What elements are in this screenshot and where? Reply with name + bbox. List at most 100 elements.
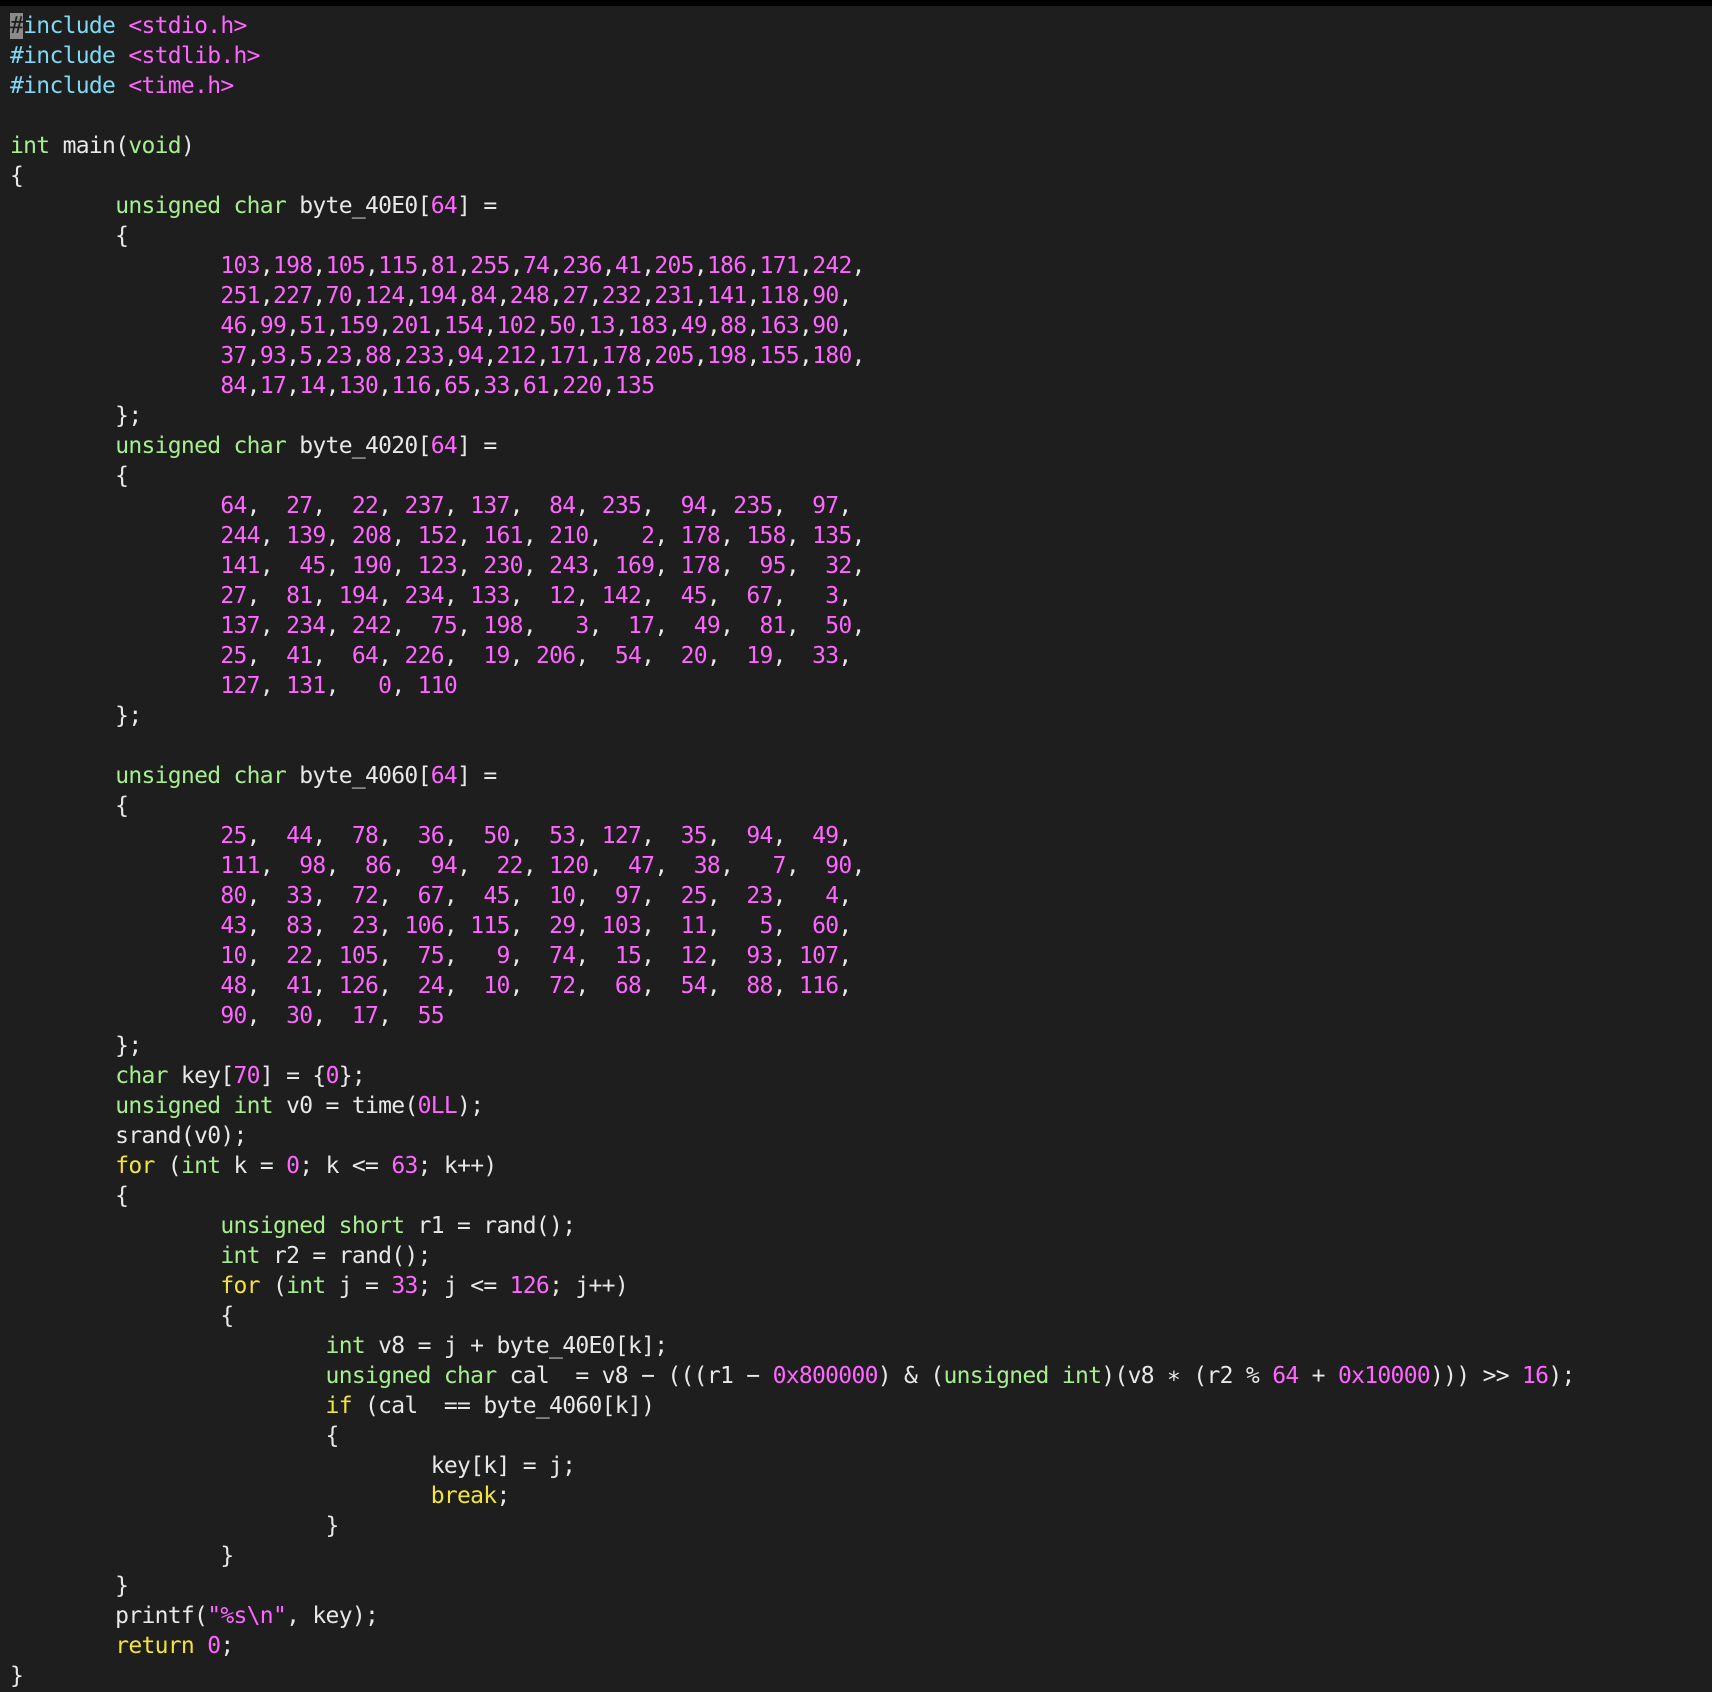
code-token: (	[259, 1273, 287, 1299]
code-token: 0x10000	[1337, 1363, 1431, 1389]
code-token: ,	[325, 613, 352, 639]
code-token: 244	[220, 523, 260, 549]
code-token: 194	[417, 283, 458, 309]
code-token: 90	[812, 313, 839, 339]
code-token: 90	[825, 853, 852, 879]
code-token: 210	[549, 523, 589, 549]
code-token: ,	[391, 523, 418, 549]
code-token: 94	[680, 493, 708, 519]
code-token: 32	[825, 553, 852, 579]
code-line: };	[10, 401, 1710, 431]
code-token: 102	[496, 313, 537, 339]
code-token: 10	[220, 943, 247, 969]
code-token: 84	[470, 283, 497, 309]
code-token: 64	[220, 493, 247, 519]
code-token: }	[10, 1663, 24, 1689]
code-line: if (cal == byte_4060[k])	[10, 1391, 1710, 1421]
code-token: 10	[549, 883, 576, 909]
code-line: };	[10, 701, 1710, 731]
code-token: 233	[404, 343, 444, 369]
code-token: 27	[220, 583, 247, 609]
code-line: int r2 = rand();	[10, 1241, 1710, 1271]
code-line: 244, 139, 208, 152, 161, 210, 2, 178, 15…	[10, 521, 1710, 551]
code-token: ,	[706, 943, 747, 969]
code-token: 75	[417, 943, 445, 969]
code-token: ,	[312, 643, 352, 669]
code-line: break;	[10, 1481, 1710, 1511]
code-token: 205	[654, 253, 694, 279]
code-token: ,	[365, 253, 379, 279]
code-token: ,	[575, 883, 615, 909]
code-line: #include <stdlib.h>	[10, 41, 1710, 71]
code-token: 27	[286, 493, 313, 519]
code-token: ,	[391, 673, 418, 699]
code-token: ,	[312, 583, 339, 609]
code-token: r2 = rand();	[259, 1243, 431, 1269]
code-token: ,	[720, 523, 747, 549]
code-token: 38	[693, 853, 721, 879]
code-token: 155	[759, 343, 800, 369]
code-token: 248	[509, 283, 550, 309]
code-token: ,	[246, 373, 261, 399]
code-token: 29	[549, 913, 576, 939]
code-token: for	[220, 1273, 260, 1299]
code-token: ,	[457, 853, 497, 879]
code-token: ,	[588, 343, 603, 369]
code-token: ,	[799, 313, 813, 339]
code-token: ,	[246, 493, 287, 519]
code-token: ,	[641, 343, 655, 369]
code-token: ,	[693, 343, 708, 369]
code-token: 37	[220, 343, 247, 369]
code-token: ,	[785, 613, 826, 639]
code-token: ) & (	[877, 1363, 944, 1389]
code-token: unsigned char	[115, 193, 287, 219]
code-token: ,	[246, 823, 287, 849]
code-token: 190	[351, 553, 392, 579]
code-token: ,	[614, 313, 629, 339]
code-token: 25	[680, 883, 708, 909]
code-token: return	[115, 1633, 195, 1659]
code-token: )(v8 ∗ (r2 %	[1101, 1363, 1273, 1389]
code-token: ;	[496, 1483, 510, 1509]
code-token: 20	[680, 643, 708, 669]
code-token: 235	[601, 493, 642, 519]
code-line: {	[10, 1421, 1710, 1451]
code-token: ,	[654, 523, 681, 549]
code-token: ,	[391, 553, 418, 579]
code-token: ,	[496, 283, 511, 309]
code-token: ,	[641, 493, 681, 519]
code-line: 43, 83, 23, 106, 115, 29, 103, 11, 5, 60…	[10, 911, 1710, 941]
code-token: 60	[812, 913, 839, 939]
code-token: ,	[246, 313, 261, 339]
code-token: if	[325, 1393, 353, 1419]
code-token: 103	[601, 913, 642, 939]
code-token: 63	[391, 1153, 418, 1179]
code-token: ,	[746, 313, 760, 339]
code-token: 12	[549, 583, 576, 609]
window-top-border	[0, 0, 1712, 6]
code-token: 237	[404, 493, 444, 519]
code-token: ,	[851, 613, 866, 639]
code-line: unsigned char byte_4060[64] =	[10, 761, 1710, 791]
code-token: unsigned int	[943, 1363, 1102, 1389]
code-token: 137	[470, 493, 510, 519]
code-line: {	[10, 1181, 1710, 1211]
code-editor[interactable]: #include <stdio.h> #include <stdlib.h> #in…	[10, 11, 1710, 1691]
code-token: 105	[338, 943, 379, 969]
code-token: ,	[286, 313, 300, 339]
code-token: 49	[693, 613, 721, 639]
code-token: 242	[351, 613, 392, 639]
code-token: 110	[417, 673, 458, 699]
code-line: unsigned char byte_40E0[64] =	[10, 191, 1710, 221]
code-token: ,	[785, 853, 826, 879]
code-token: main(	[49, 133, 129, 159]
code-token: ,	[706, 883, 747, 909]
code-token: ,	[838, 313, 852, 339]
